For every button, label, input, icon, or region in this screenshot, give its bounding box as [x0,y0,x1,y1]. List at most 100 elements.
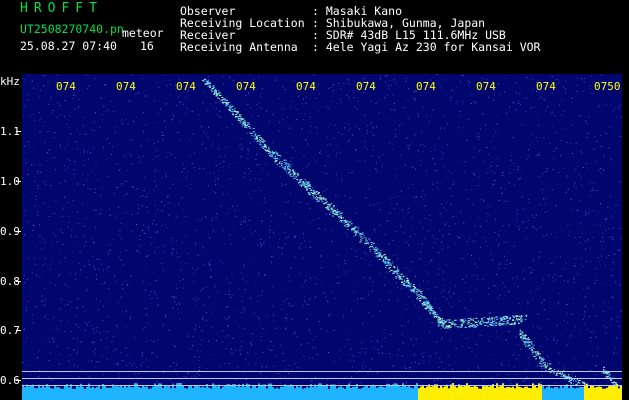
spectrogram-pixel [396,383,398,400]
spectrogram-pixel [126,310,127,312]
spectrogram-pixel [423,280,425,282]
spectrogram-pixel [281,253,283,255]
spectrogram-pixel [210,89,212,91]
spectrogram-pixel [177,132,179,133]
spectrogram-pixel [607,206,609,208]
spectrogram-pixel [77,148,79,150]
spectrogram-pixel [285,328,287,330]
spectrogram-pixel [598,169,600,171]
spectrogram-pixel [37,173,39,175]
spectrogram-pixel [341,221,343,223]
spectrogram-pixel [431,247,433,249]
spectrogram-pixel [34,119,36,121]
spectrogram-pixel [527,364,529,366]
spectrogram-pixel [121,122,123,124]
spectrogram-pixel [610,318,612,320]
spectrogram-pixel [597,347,599,349]
spectrogram-pixel [119,251,121,253]
spectrogram-pixel [259,164,261,166]
spectrogram-pixel [90,360,92,362]
spectrogram-pixel [451,296,453,298]
spectrogram-pixel [260,144,263,146]
spectrogram-pixel [535,354,537,355]
spectrogram-pixel [418,289,420,291]
spectrogram-pixel [148,229,150,231]
spectrogram-pixel [251,198,253,200]
spectrogram-pixel [140,364,142,366]
spectrogram-pixel [229,282,231,284]
spectrogram-pixel [416,156,418,158]
spectrogram-pixel [385,81,387,83]
spectrogram-pixel [214,192,216,194]
spectrogram-pixel [576,383,578,385]
spectrogram-pixel [78,222,79,224]
spectrogram-pixel [75,140,77,142]
spectrogram-pixel [525,316,527,317]
spectrogram-pixel [569,379,572,381]
spectrogram-pixel [466,310,468,312]
spectrogram-pixel [366,385,368,400]
spectrogram-pixel [466,140,468,141]
spectrogram-pixel [308,188,311,190]
count: 16 [140,39,154,53]
spectrogram-pixel [486,385,488,400]
spectrogram-pixel [404,279,406,281]
spectrogram-pixel [362,232,364,234]
spectrogram-pixel [262,384,264,400]
spectrogram-pixel [174,388,176,400]
spectrogram-pixel [343,225,346,227]
spectrogram-pixel [90,387,92,400]
spectrogram-pixel [436,351,438,353]
spectrogram-pixel [336,212,339,214]
spectrogram-pixel [254,133,257,135]
spectrogram-pixel [161,210,163,212]
spectrogram-pixel [138,92,140,93]
spectrogram-pixel [90,152,92,154]
spectrogram-pixel [364,114,366,116]
spectrogram-pixel [450,384,452,400]
spectrogram-pixel [157,247,159,249]
spectrogram-pixel [331,229,333,231]
spectrogram-pixel [52,234,54,236]
spectrogram-pixel [424,387,426,400]
spectrogram-pixel [28,221,29,223]
spectrogram-pixel [522,334,524,336]
spectrogram-pixel [141,231,143,233]
spectrogram-pixel [402,275,404,277]
spectrogram-pixel [278,130,280,132]
spectrogram-pixel [224,98,227,100]
spectrogram-pixel [364,145,366,147]
spectrogram-pixel [304,240,305,242]
spectrogram-pixel [92,238,93,240]
spectrogram-pixel [96,298,97,300]
spectrogram-pixel [65,284,67,286]
spectrogram-pixel [71,237,73,239]
spectrogram-pixel [83,184,85,186]
spectrogram-pixel [173,344,175,346]
spectrogram-pixel [250,343,252,345]
spectrogram-pixel [586,136,588,138]
spectrogram-pixel [390,385,392,400]
spectrogram-pixel [118,162,120,164]
spectrogram-pixel [247,352,249,354]
spectrogram-pixel [397,269,400,271]
spectrogram-pixel [133,120,135,122]
spectrogram-pixel [210,388,212,400]
spectrogram-pixel [290,160,292,162]
spectrogram-pixel [416,298,418,300]
spectrogram-pixel [293,173,294,175]
spectrogram-pixel [58,274,60,276]
spectrogram-pixel [77,130,79,132]
spectrogram-pixel [370,122,372,124]
spectrogram-pixel [258,143,260,145]
spectrogram-pixel [422,305,424,307]
spectrogram-pixel [542,359,544,361]
spectrogram-pixel [522,341,524,343]
spectrogram-pixel [442,324,444,326]
spectrogram-pixel [372,127,374,129]
spectrogram-pixel [516,92,518,94]
spectrogram-pixel [260,93,262,95]
spectrogram-pixel [85,241,87,243]
spectrogram-pixel [482,113,484,115]
spectrogram-pixel [292,170,294,172]
